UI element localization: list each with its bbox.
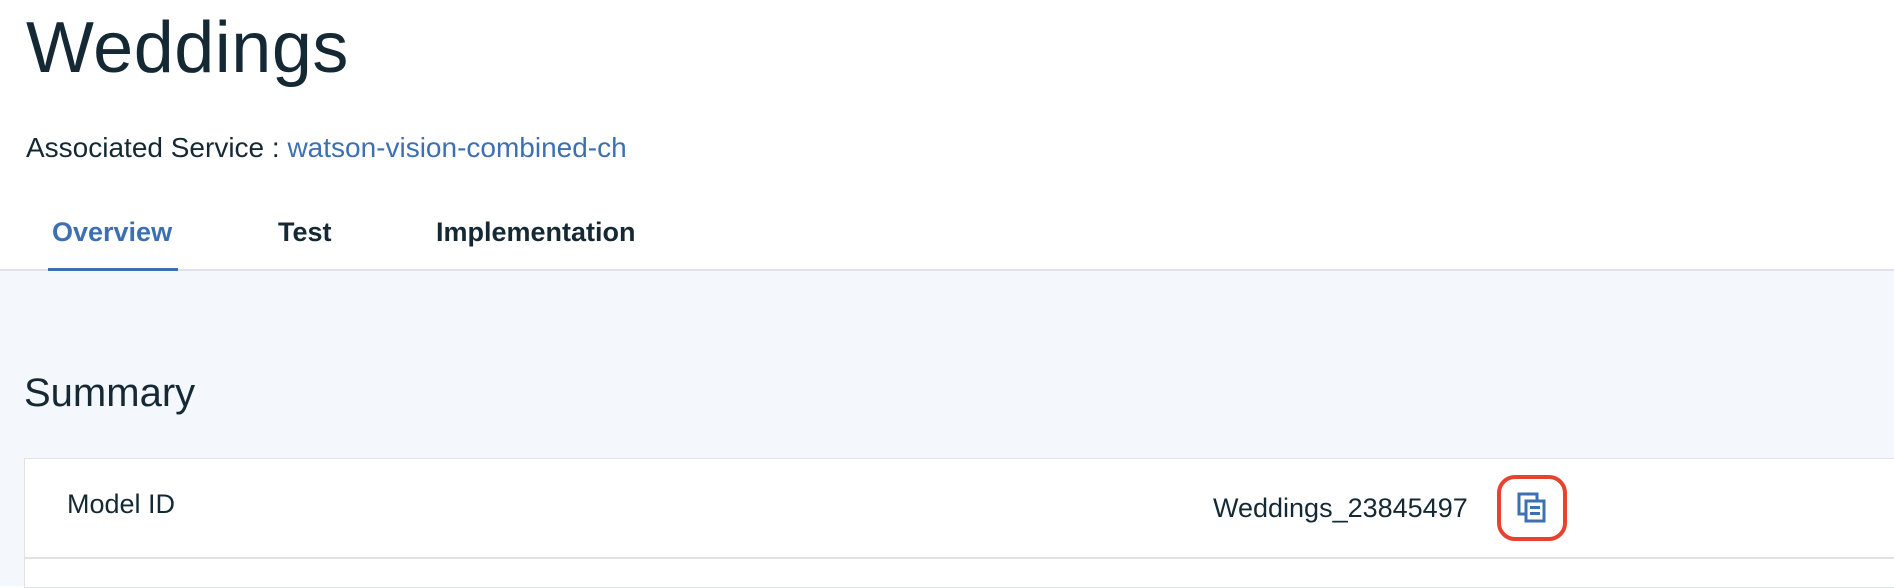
model-id-value: Weddings_23845497 xyxy=(1213,493,1468,523)
summary-title: Summary xyxy=(24,371,196,415)
associated-service-label: Associated Service : xyxy=(26,132,280,163)
tab-overview[interactable]: Overview xyxy=(52,214,172,250)
copy-model-id-button[interactable] xyxy=(1497,475,1567,541)
copy-icon xyxy=(1517,492,1546,523)
tab-bar: Overview Test Implementation xyxy=(0,214,800,272)
overview-content: Summary Model ID Weddings_23845497 xyxy=(0,271,1894,588)
table-row: Model ID Weddings_23845497 xyxy=(25,459,1894,559)
summary-card: Model ID Weddings_23845497 xyxy=(24,458,1894,588)
tab-test[interactable]: Test xyxy=(278,214,332,250)
model-id-label: Model ID xyxy=(67,489,176,519)
page-header: Weddings Associated Service : watson-vis… xyxy=(0,0,1894,272)
associated-service: Associated Service : watson-vision-combi… xyxy=(26,131,627,165)
page-title: Weddings xyxy=(26,8,349,88)
tab-implementation[interactable]: Implementation xyxy=(436,214,636,250)
associated-service-link[interactable]: watson-vision-combined-ch xyxy=(287,132,626,163)
